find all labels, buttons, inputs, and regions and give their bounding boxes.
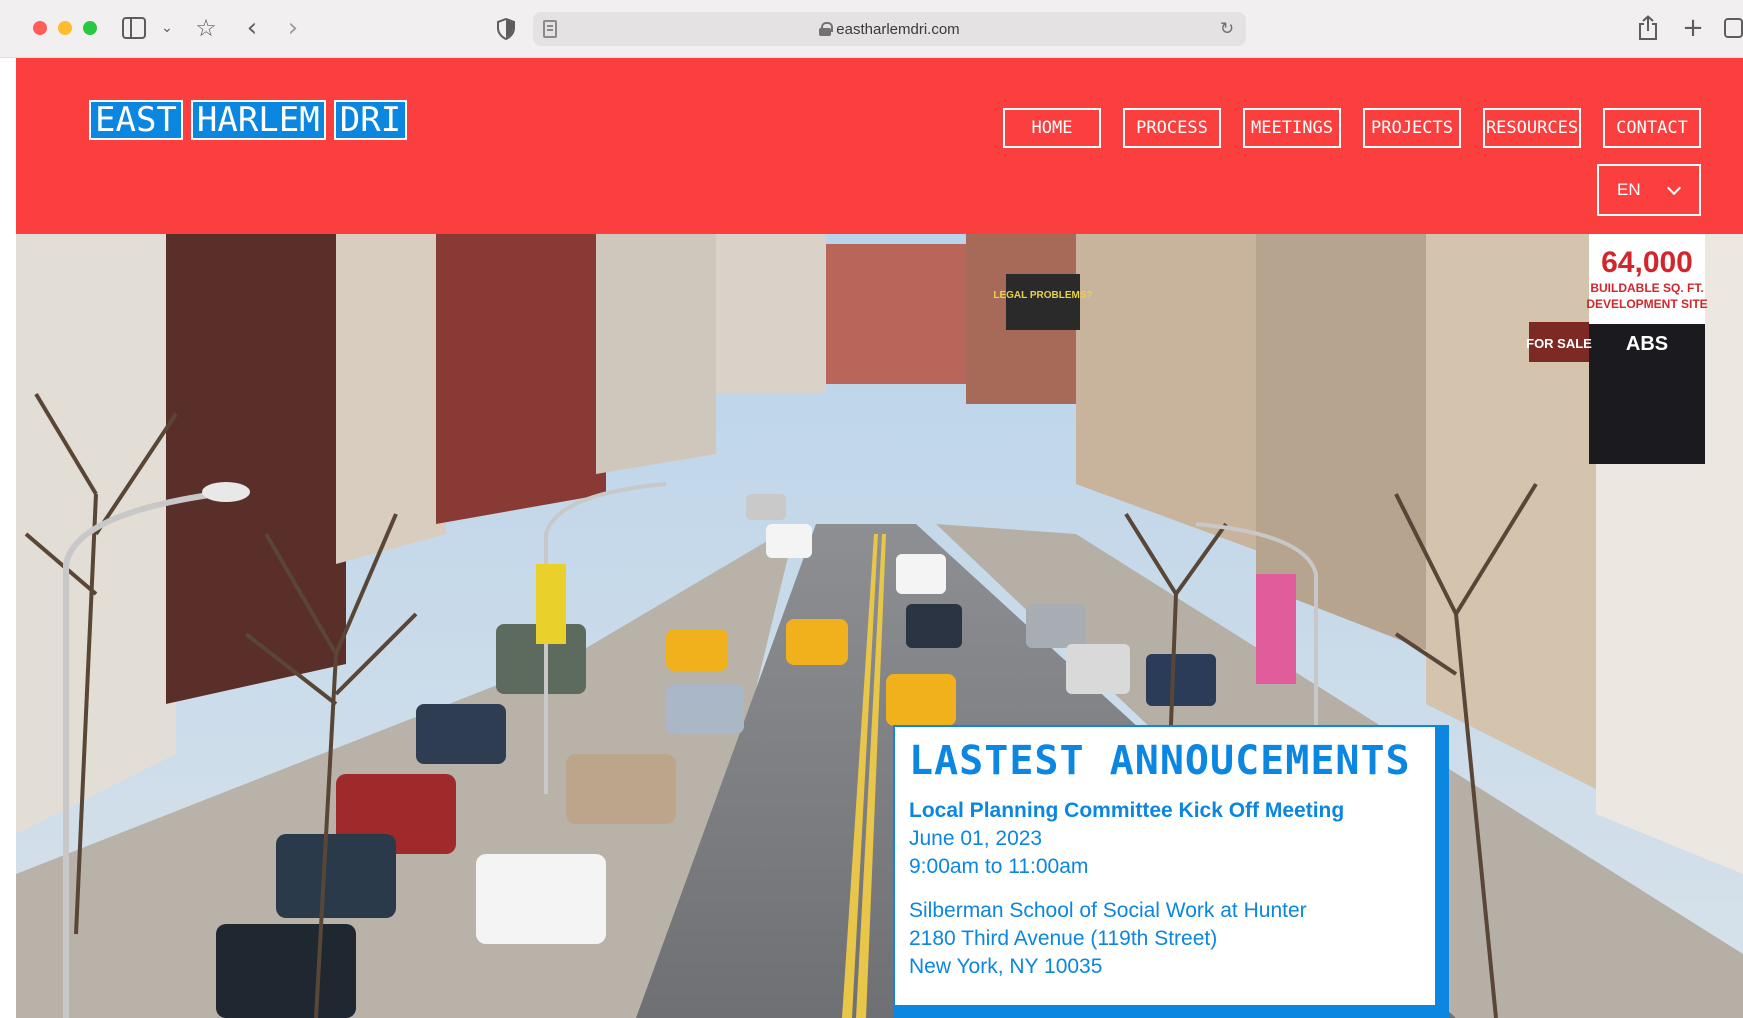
language-value: EN [1617,180,1641,199]
url-text[interactable]: eastharlemdri.com [836,21,959,38]
logo-word-east[interactable]: EAST [89,100,183,140]
event-date: June 01, 2023 [909,827,1043,850]
address-bar[interactable]: eastharlemdri.com ↻ [533,12,1246,46]
event-address: 2180 Third Avenue (119th Street) [909,927,1218,950]
chevron-down-icon[interactable]: ⌄ [158,18,176,38]
chevron-down-icon [1666,180,1682,195]
forward-icon[interactable]: › [283,15,303,41]
zoom-window-button[interactable] [83,21,97,35]
main-nav: HOME PROCESS MEETINGS PROJECTS RESOURCES… [1003,108,1701,148]
minimize-window-button[interactable] [58,21,72,35]
browser-toolbar: ⌄ ☆ ‹ › eastharlemdri.com ↻ + [0,0,1743,58]
for-sale-sign: FOR SALE [1526,336,1592,351]
site-logo[interactable]: EAST HARLEM DRI [89,100,408,140]
nav-meetings-button[interactable]: MEETINGS [1243,108,1341,148]
share-icon[interactable] [1636,14,1660,42]
window-controls [33,21,97,35]
nav-resources-button[interactable]: RESOURCES [1483,108,1581,148]
sign-line1: BUILDABLE SQ. FT. [1590,281,1703,295]
announcement-title: LASTEST ANNOUCEMENTS [909,738,1411,784]
nav-projects-button[interactable]: PROJECTS [1363,108,1461,148]
sidebar-icon[interactable] [122,17,146,39]
announcement-card: LASTEST ANNOUCEMENTS Local Planning Comm… [893,725,1437,1007]
event-time: 9:00am to 11:00am [909,855,1089,878]
event-spacer [909,881,1422,897]
back-icon[interactable]: ‹ [242,15,262,41]
nav-process-button[interactable]: PROCESS [1123,108,1221,148]
event-venue: Silberman School of Social Work at Hunte… [909,899,1307,922]
url-wrap: eastharlemdri.com [533,12,1246,46]
shield-icon[interactable] [495,17,517,41]
event-city: New York, NY 10035 [909,955,1103,978]
nav-home-button[interactable]: HOME [1003,108,1101,148]
nav-contact-button[interactable]: CONTACT [1603,108,1701,148]
reload-icon[interactable]: ↻ [1216,18,1238,40]
language-select[interactable]: EN [1597,164,1701,216]
sign-price: 64,000 [1601,246,1693,279]
star-icon[interactable]: ☆ [193,15,219,41]
sign-line2: DEVELOPMENT SITE [1586,297,1707,311]
hero-street-illustration: 64,000 BUILDABLE SQ. FT. DEVELOPMENT SIT… [16,234,1743,1018]
lock-icon [819,22,834,36]
event-name-link[interactable]: Local Planning Committee Kick Off Meetin… [909,797,1422,825]
logo-word-harlem[interactable]: HARLEM [190,100,326,140]
close-window-button[interactable] [33,21,47,35]
hero-image: 64,000 BUILDABLE SQ. FT. DEVELOPMENT SIT… [16,234,1743,1018]
site-header: EAST HARLEM DRI HOME PROCESS MEETINGS PR… [16,58,1743,234]
tab-overview-icon[interactable] [1724,17,1743,39]
sign-brand: ABS [1626,333,1668,355]
billboard-sign: LEGAL PROBLEMS? [993,290,1092,301]
plus-icon[interactable]: + [1680,14,1706,42]
logo-word-dri[interactable]: DRI [333,100,408,140]
